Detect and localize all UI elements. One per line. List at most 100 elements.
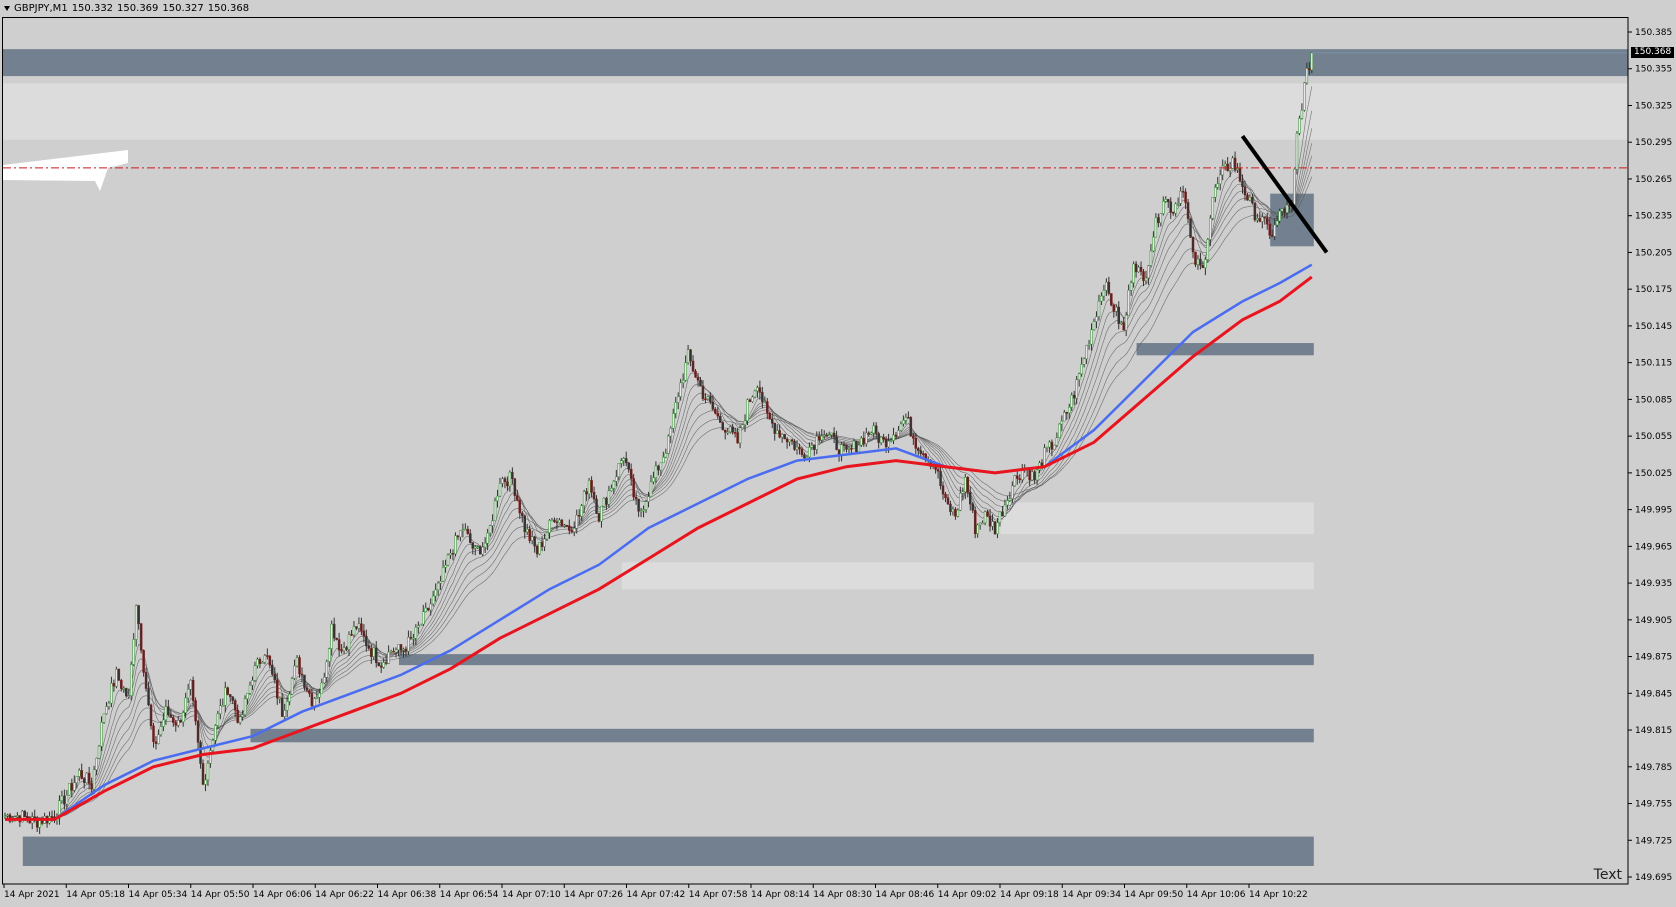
candle-up: [1063, 412, 1066, 422]
candle-up: [738, 427, 742, 444]
y-tick-label: 150.385: [1635, 28, 1672, 38]
candle-down: [172, 717, 175, 723]
candle-up: [1278, 210, 1281, 222]
high-value: 150.369: [117, 3, 159, 14]
candle-down: [813, 445, 816, 450]
candle-up: [662, 456, 665, 464]
candle-up: [1152, 236, 1155, 252]
candle-down: [276, 679, 279, 699]
white-highlight-mark: [3, 150, 128, 191]
candle-up: [204, 779, 207, 785]
candle-up: [795, 446, 799, 450]
candle-down: [1167, 199, 1170, 203]
candle-down: [696, 377, 700, 381]
x-tick-label: 14 Apr 06:38: [378, 890, 437, 900]
y-tick-label: 150.235: [1635, 212, 1672, 222]
candle-up: [496, 495, 499, 502]
candle-up: [852, 440, 856, 449]
candle-down: [226, 687, 229, 695]
candle-up: [780, 434, 784, 438]
candle-up: [105, 706, 108, 715]
candle-up: [1058, 423, 1061, 439]
candle-down: [553, 519, 556, 523]
y-tick-label: 150.295: [1635, 138, 1672, 148]
candle-up: [1095, 316, 1098, 322]
candle-down: [694, 370, 697, 378]
candle-up: [1105, 281, 1108, 291]
candle-up: [775, 430, 779, 434]
candle-down: [335, 637, 338, 640]
candle-down: [1283, 208, 1286, 213]
candle-down: [280, 697, 284, 717]
candle-down: [771, 418, 774, 424]
candle-down: [273, 674, 277, 681]
candle-down: [555, 521, 559, 524]
candle-up: [189, 680, 192, 690]
y-tick-label: 150.145: [1635, 322, 1672, 332]
candle-down: [1001, 511, 1004, 517]
candle-down: [946, 497, 950, 505]
candle-down: [1258, 218, 1262, 222]
candle-up: [73, 782, 76, 791]
candle-up: [498, 483, 502, 497]
dropdown-triangle-icon[interactable]: [4, 5, 10, 11]
candle-up: [573, 528, 576, 533]
candle-down: [973, 510, 977, 535]
candle-up: [493, 500, 497, 522]
candle-up: [726, 431, 729, 434]
candle-up: [639, 510, 643, 513]
candle-up: [1124, 314, 1128, 331]
candle-down: [194, 700, 197, 722]
candle-up: [115, 669, 118, 687]
x-tick-label: 14 Apr 09:02: [938, 890, 997, 900]
candle-down: [1112, 304, 1116, 312]
candle-up: [1176, 203, 1180, 205]
candle-down: [605, 498, 608, 505]
candle-up: [810, 445, 814, 448]
candle-up: [407, 636, 410, 652]
candle-up: [397, 644, 400, 651]
candle-down: [624, 458, 628, 464]
candle-up: [815, 436, 819, 450]
candle-up: [238, 716, 242, 723]
candle-down: [971, 503, 974, 511]
candle-down: [565, 525, 569, 527]
candle-up: [961, 491, 965, 494]
candle-up: [847, 448, 851, 450]
price-chart[interactable]: 150.385 150.355 150.325 150.295 150.265 150.2…: [0, 0, 1676, 907]
candle-up: [763, 401, 767, 403]
candle-up: [162, 719, 165, 727]
candle-down: [939, 471, 942, 486]
candle-down: [629, 468, 633, 479]
candle-down: [1169, 201, 1172, 213]
candle-up: [293, 665, 296, 679]
candle-up: [602, 498, 606, 507]
candle-up: [424, 607, 427, 612]
candle-up: [538, 542, 541, 555]
candle-up: [563, 525, 566, 527]
candle-down: [154, 741, 158, 744]
zone-light: [621, 562, 1314, 590]
candle-up: [100, 722, 103, 747]
candle-up: [1011, 485, 1014, 499]
x-tick-label: 14 Apr 07:58: [689, 890, 748, 900]
candle-up: [1206, 239, 1210, 260]
candle-up: [491, 520, 494, 526]
candle-down: [862, 437, 866, 445]
candle-up: [1248, 196, 1252, 201]
candle-down: [798, 446, 801, 450]
candle-up: [417, 625, 420, 628]
candle-down: [360, 623, 363, 632]
candle-up: [1223, 163, 1227, 167]
zone-dark: [250, 728, 1314, 743]
candle-up: [676, 396, 680, 403]
candle-down: [944, 493, 947, 498]
candle-up: [1035, 469, 1039, 481]
candle-down: [228, 694, 232, 697]
y-tick-label: 149.845: [1635, 689, 1672, 699]
candle-down: [832, 432, 836, 438]
candle-down: [783, 434, 786, 440]
candle-down: [837, 449, 841, 455]
candle-up: [1216, 183, 1219, 188]
candle-up: [347, 634, 351, 650]
